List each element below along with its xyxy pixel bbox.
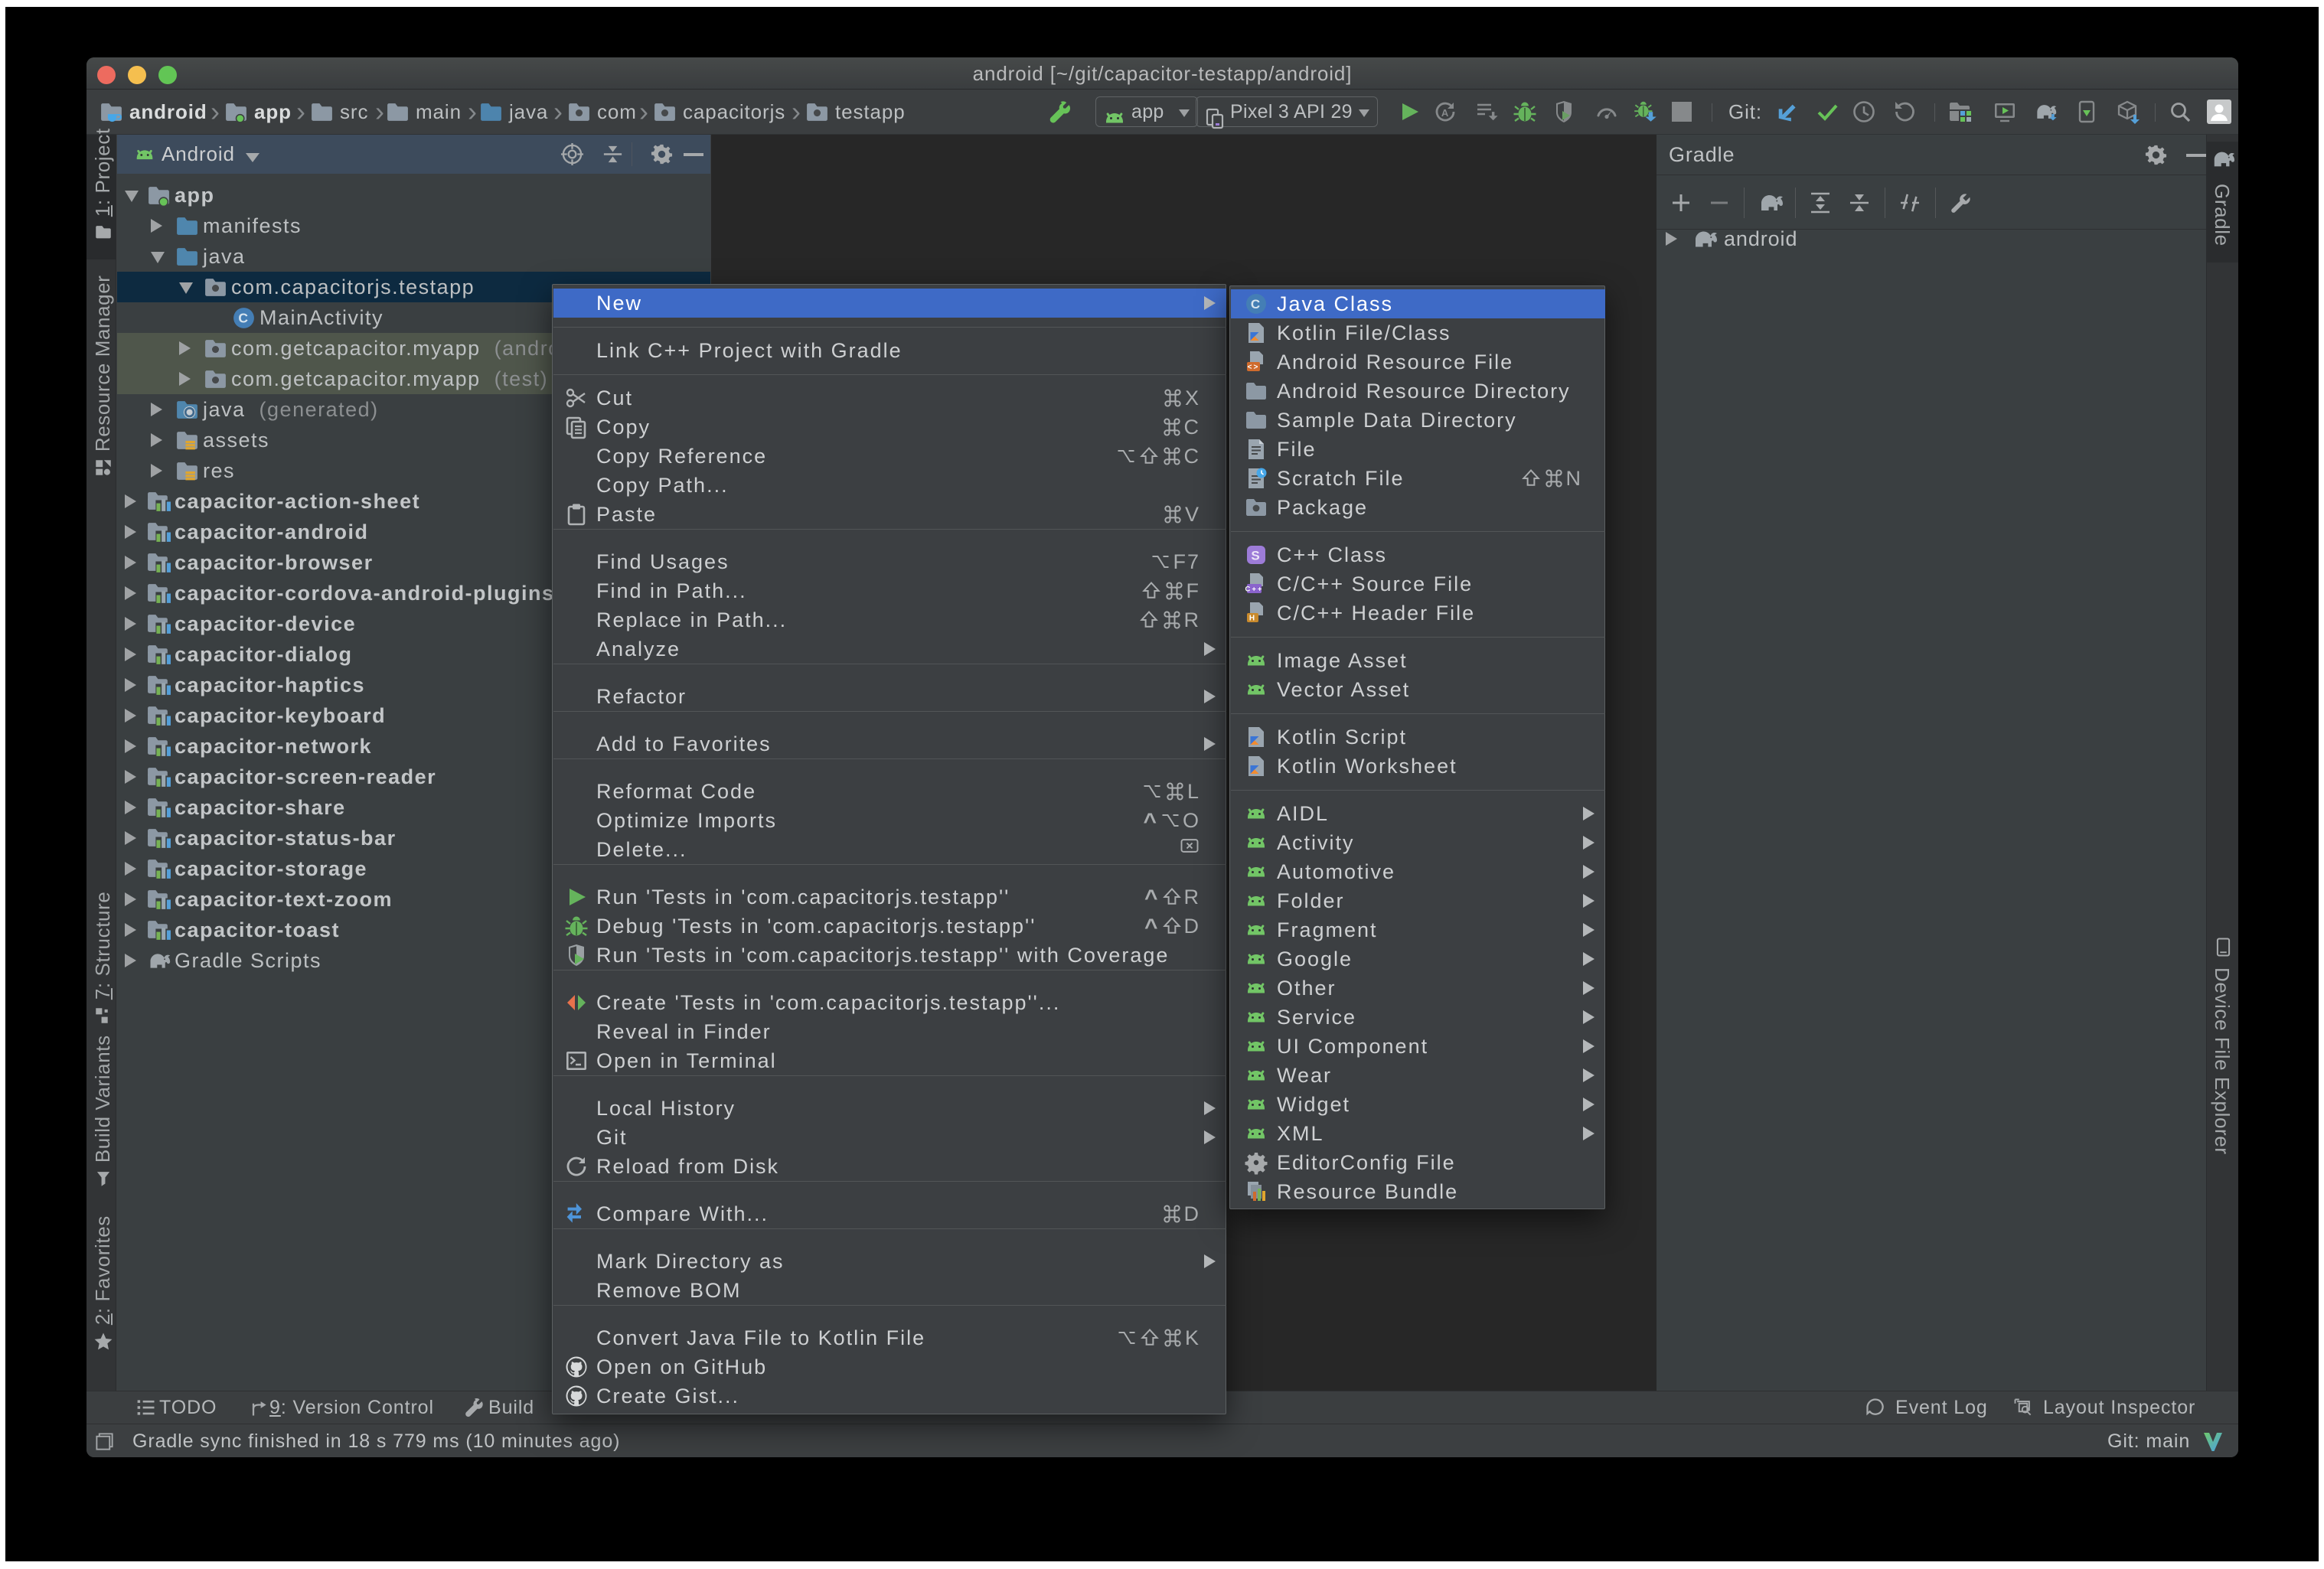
svg-text:A: A (1441, 107, 1449, 119)
